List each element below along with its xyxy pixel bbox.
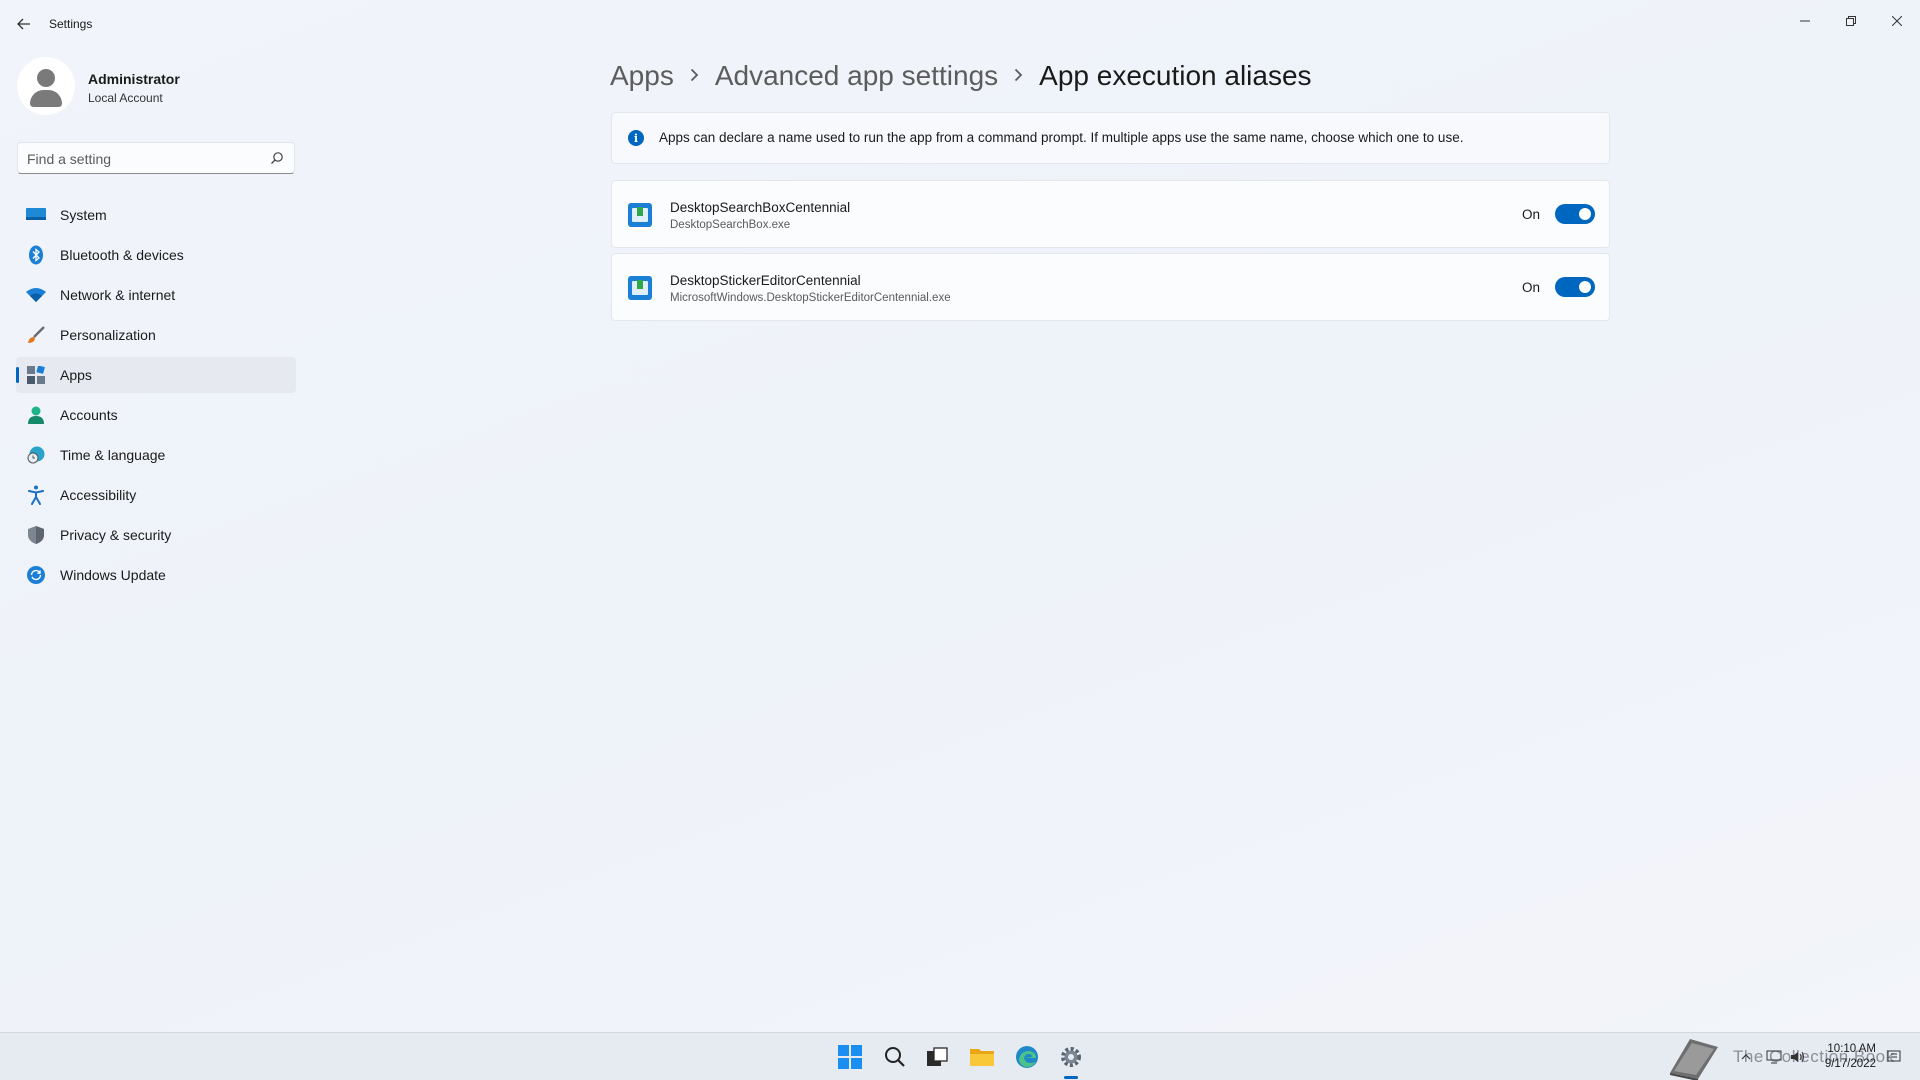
refresh-icon	[26, 565, 46, 585]
sidebar-item-label: Personalization	[60, 327, 156, 343]
monitor-icon	[26, 205, 46, 225]
bluetooth-icon	[26, 245, 46, 265]
title-bar: Settings	[0, 0, 1920, 48]
alias-exe: MicrosoftWindows.DesktopStickerEditorCen…	[670, 292, 951, 304]
info-text: Apps can declare a name used to run the …	[659, 130, 1464, 145]
active-app-indicator	[1064, 1076, 1078, 1079]
page-title: App execution aliases	[1039, 60, 1312, 91]
start-icon[interactable]	[834, 1041, 866, 1073]
app-installer-icon	[628, 276, 652, 300]
breadcrumb-advanced-app-settings[interactable]: Advanced app settings	[715, 60, 998, 92]
alias-exe: DesktopSearchBox.exe	[670, 219, 791, 231]
account-type: Local Account	[88, 91, 163, 105]
sidebar-item-label: Accounts	[60, 407, 118, 423]
settings-window: Settings Administrator Local Account Sys…	[0, 0, 1920, 1032]
close-button[interactable]	[1874, 6, 1920, 36]
settings-icon[interactable]	[1055, 1041, 1087, 1073]
restore-button[interactable]	[1828, 6, 1874, 36]
sidebar-item-windows-update[interactable]: Windows Update	[16, 557, 296, 593]
app-installer-icon	[628, 203, 652, 227]
toggle-knob	[1579, 208, 1591, 220]
shield-icon	[26, 525, 46, 545]
sidebar-item-label: Accessibility	[60, 487, 137, 503]
avatar[interactable]	[17, 57, 75, 115]
toggle-state-label: On	[1522, 280, 1541, 295]
search-box	[17, 142, 295, 174]
alias-card: DesktopSearchBoxCentennial DesktopSearch…	[611, 180, 1610, 248]
restore-icon	[1846, 16, 1856, 26]
sidebar-nav: System Bluetooth & devices Network & int…	[16, 197, 296, 597]
breadcrumb-apps[interactable]: Apps	[610, 60, 674, 92]
globe-clock-icon	[26, 445, 46, 465]
sidebar-item-label: Windows Update	[60, 567, 166, 583]
sidebar-item-label: Apps	[60, 367, 92, 383]
volume-icon[interactable]	[1790, 1049, 1806, 1065]
sidebar-item-apps[interactable]: Apps	[16, 357, 296, 393]
time: 10:10 AM	[1827, 1043, 1876, 1055]
date: 9/17/2022	[1824, 1058, 1876, 1070]
alias-card: DesktopStickerEditorCentennial Microsoft…	[611, 253, 1610, 321]
notification-icon[interactable]	[1886, 1049, 1902, 1065]
alias-toggle[interactable]	[1555, 277, 1595, 297]
chevron-right-icon	[690, 65, 699, 88]
search-icon[interactable]	[879, 1041, 911, 1073]
user-name: Administrator	[88, 71, 180, 87]
edge-icon[interactable]	[1011, 1041, 1043, 1073]
alias-name: DesktopSearchBoxCentennial	[670, 200, 851, 215]
sidebar-item-label: Privacy & security	[60, 527, 172, 543]
sidebar-item-personalization[interactable]: Personalization	[16, 317, 296, 353]
close-icon	[1892, 16, 1902, 26]
book-logo-icon	[1670, 1039, 1718, 1080]
wifi-icon	[26, 285, 46, 305]
apps-icon	[26, 365, 46, 385]
sidebar-item-accounts[interactable]: Accounts	[16, 397, 296, 433]
minimize-icon	[1800, 20, 1810, 22]
chevron-up-icon[interactable]	[1738, 1049, 1754, 1065]
taskbar: The Collection Book 10:10 AM 9/17/2022	[0, 1032, 1920, 1080]
breadcrumb: Apps Advanced app settings App execution…	[610, 56, 1312, 96]
search-icon[interactable]	[270, 151, 284, 165]
minimize-button[interactable]	[1782, 6, 1828, 36]
sidebar-item-system[interactable]: System	[16, 197, 296, 233]
back-arrow-icon	[17, 18, 30, 30]
alias-toggle[interactable]	[1555, 204, 1595, 224]
file-explorer-icon[interactable]	[966, 1041, 998, 1073]
sidebar-item-accessibility[interactable]: Accessibility	[16, 477, 296, 513]
selection-indicator	[16, 367, 19, 383]
sidebar-item-label: Bluetooth & devices	[60, 247, 184, 263]
sidebar-item-label: System	[60, 207, 107, 223]
app-title: Settings	[49, 17, 93, 31]
back-button[interactable]	[10, 12, 38, 36]
sidebar-item-bluetooth[interactable]: Bluetooth & devices	[16, 237, 296, 273]
sidebar-item-label: Network & internet	[60, 287, 176, 303]
task-view-icon[interactable]	[921, 1041, 953, 1073]
info-bar: i Apps can declare a name used to run th…	[611, 112, 1610, 164]
toggle-knob	[1579, 281, 1591, 293]
avatar-head	[37, 69, 55, 87]
alias-name: DesktopStickerEditorCentennial	[670, 273, 861, 288]
person-icon	[26, 405, 46, 425]
sidebar-item-network[interactable]: Network & internet	[16, 277, 296, 313]
sidebar-item-time-language[interactable]: Time & language	[16, 437, 296, 473]
chevron-right-icon	[1014, 65, 1023, 88]
toggle-state-label: On	[1522, 207, 1541, 222]
search-input[interactable]	[27, 149, 257, 169]
network-icon[interactable]	[1766, 1049, 1782, 1065]
sidebar-item-label: Time & language	[60, 447, 166, 463]
clock[interactable]: 10:10 AM 9/17/2022	[1812, 1042, 1876, 1072]
accessibility-icon	[26, 485, 46, 505]
avatar-body	[30, 90, 62, 107]
brush-icon	[26, 325, 46, 345]
info-icon: i	[628, 130, 644, 146]
sidebar-item-privacy[interactable]: Privacy & security	[16, 517, 296, 553]
